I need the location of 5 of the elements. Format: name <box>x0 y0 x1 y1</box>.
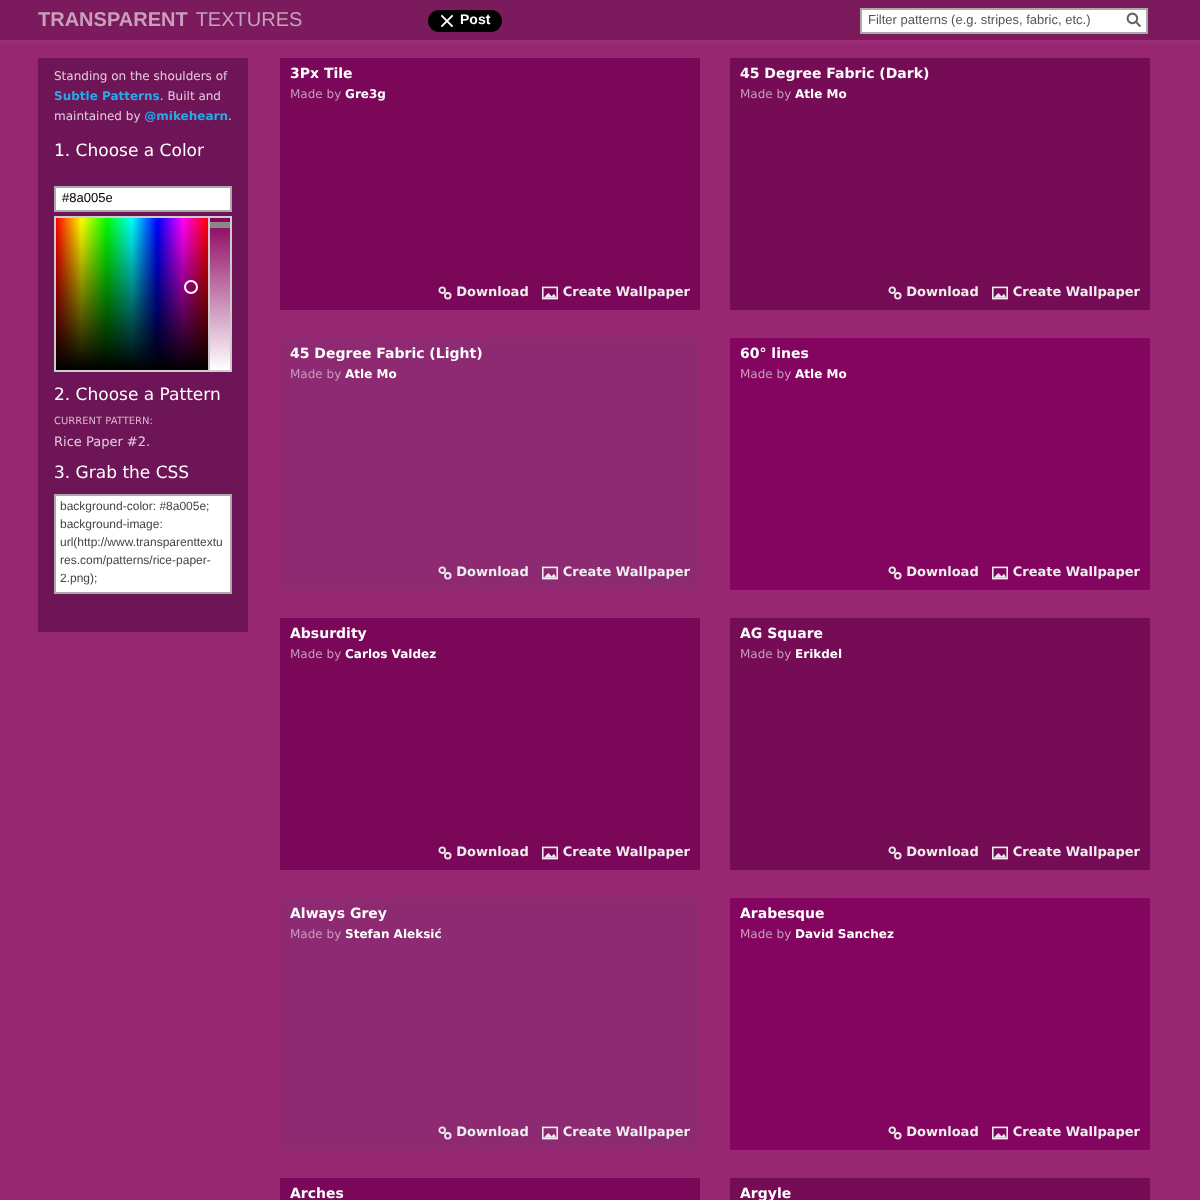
logo-light-text: TEXTURES <box>195 9 303 31</box>
step-heading: 1. Choose a Color <box>54 142 206 162</box>
step-heading: 2. Choose a Pattern <box>54 386 223 406</box>
step-heading: 3. Grab the CSS <box>54 464 192 484</box>
logo-bold-text: TRANSPARENT <box>38 9 188 31</box>
